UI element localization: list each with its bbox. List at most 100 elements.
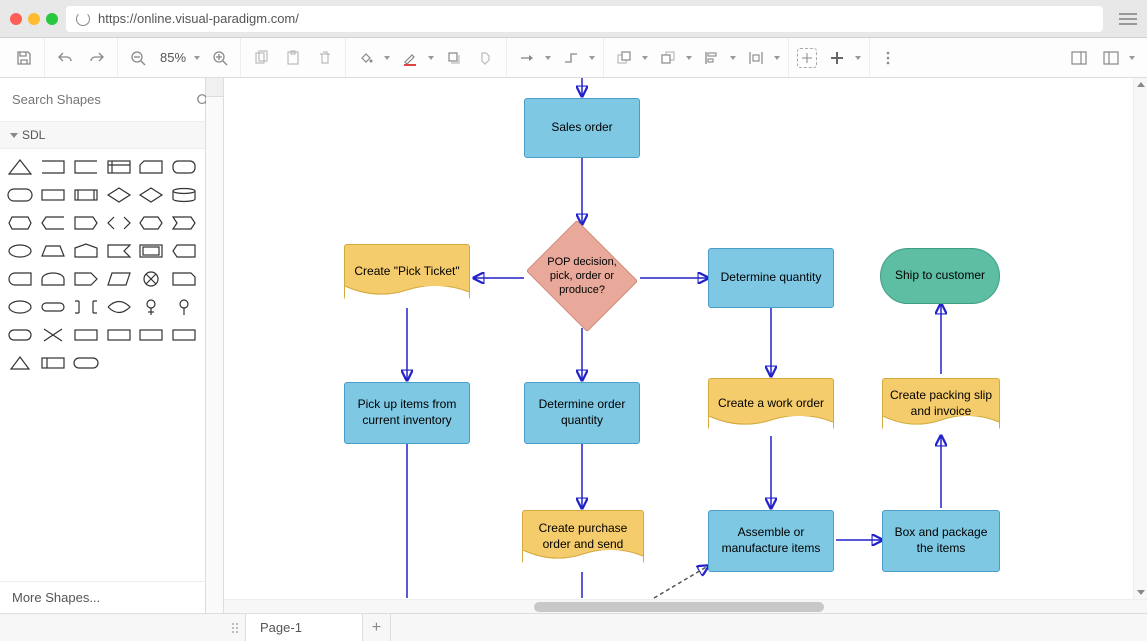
shape-parallelogram[interactable]	[105, 269, 133, 289]
shape-rect-open-left[interactable]	[72, 157, 100, 177]
shape-rounded-rect[interactable]	[170, 157, 198, 177]
canvas[interactable]: Sales order POP decision, pick, order or…	[224, 78, 1147, 613]
shape-stadium[interactable]	[39, 297, 67, 317]
save-button[interactable]	[12, 46, 36, 70]
shape-rect-open-right[interactable]	[39, 157, 67, 177]
node-packing-slip[interactable]: Create packing slip and invoice	[882, 378, 1000, 430]
insert-button[interactable]	[825, 46, 849, 70]
tab-menu-handle[interactable]	[224, 614, 246, 641]
redo-button[interactable]	[85, 46, 109, 70]
outline-panel-button[interactable]	[1099, 46, 1123, 70]
shape-female[interactable]	[137, 297, 165, 317]
shape-ellipse[interactable]	[6, 241, 34, 261]
align-button[interactable]	[700, 46, 724, 70]
zoom-out-button[interactable]	[126, 46, 150, 70]
node-ship[interactable]: Ship to customer	[880, 248, 1000, 304]
line-color-button[interactable]	[398, 46, 422, 70]
node-determine-qty[interactable]: Determine quantity	[708, 248, 834, 308]
node-assemble[interactable]: Assemble or manufacture items	[708, 510, 834, 572]
window-minimize-button[interactable]	[28, 13, 40, 25]
back-dropdown-icon[interactable]	[686, 56, 692, 60]
shape-angle-brackets[interactable]	[105, 213, 133, 233]
shape-arrow-home[interactable]	[72, 269, 100, 289]
shape-flag-right[interactable]	[105, 241, 133, 261]
window-close-button[interactable]	[10, 13, 22, 25]
vertical-scrollbar[interactable]	[1133, 78, 1147, 599]
panel-dropdown-icon[interactable]	[1129, 56, 1135, 60]
shape-diamond2[interactable]	[137, 185, 165, 205]
format-panel-button[interactable]	[1067, 46, 1091, 70]
connector-style-button[interactable]	[515, 46, 539, 70]
horizontal-scrollbar[interactable]	[224, 599, 1147, 613]
url-bar[interactable]: https://online.visual-paradigm.com/	[66, 6, 1103, 32]
distribute-button[interactable]	[744, 46, 768, 70]
shape-library-header[interactable]: SDL	[0, 122, 205, 149]
shape-bracket-left[interactable]	[39, 213, 67, 233]
to-front-button[interactable]	[612, 46, 636, 70]
shape-rect3[interactable]	[72, 325, 100, 345]
shape-cylinder[interactable]	[170, 185, 198, 205]
shape-lens[interactable]	[105, 297, 133, 317]
node-pop-decision[interactable]: POP decision, pick, order or produce?	[522, 226, 642, 326]
shape-diamond[interactable]	[105, 185, 133, 205]
shape-card[interactable]	[137, 157, 165, 177]
shape-female2[interactable]	[170, 297, 198, 317]
waypoint-button[interactable]	[559, 46, 583, 70]
shape-rect6[interactable]	[170, 325, 198, 345]
reload-icon[interactable]	[76, 12, 90, 26]
shape-rect4[interactable]	[105, 325, 133, 345]
node-sales-order[interactable]: Sales order	[524, 98, 640, 158]
shape-triangle2[interactable]	[6, 353, 34, 373]
node-pick-ticket[interactable]: Create "Pick Ticket"	[344, 244, 470, 300]
undo-button[interactable]	[53, 46, 77, 70]
shape-stadium-open[interactable]	[6, 269, 34, 289]
shape-terminator-open[interactable]	[6, 185, 34, 205]
shape-rect-notch-left[interactable]	[170, 241, 198, 261]
shape-rect5[interactable]	[137, 325, 165, 345]
page-tab[interactable]: Page-1	[246, 614, 363, 641]
line-dropdown-icon[interactable]	[428, 56, 434, 60]
shape-display[interactable]	[6, 213, 34, 233]
shape-hex-pill[interactable]	[72, 353, 100, 373]
shape-trapezoid[interactable]	[39, 241, 67, 261]
browser-menu-button[interactable]	[1119, 13, 1137, 25]
shape-ellipse2[interactable]	[6, 297, 34, 317]
paste-button[interactable]	[281, 46, 305, 70]
shape-box-notch[interactable]	[170, 269, 198, 289]
shape-half-round[interactable]	[39, 269, 67, 289]
copy-button[interactable]	[249, 46, 273, 70]
waypoint-dropdown-icon[interactable]	[589, 56, 595, 60]
shape-tag-notch[interactable]	[170, 213, 198, 233]
shape-brackets[interactable]	[72, 297, 100, 317]
search-input[interactable]	[8, 86, 192, 113]
node-box-package[interactable]: Box and package the items	[882, 510, 1000, 572]
node-work-order[interactable]: Create a work order	[708, 378, 834, 430]
node-det-order-qty[interactable]: Determine order quantity	[524, 382, 640, 444]
shape-rect[interactable]	[39, 185, 67, 205]
zoom-dropdown-icon[interactable]	[194, 56, 200, 60]
shape-triangle[interactable]	[6, 157, 34, 177]
align-dropdown-icon[interactable]	[730, 56, 736, 60]
to-back-button[interactable]	[656, 46, 680, 70]
select-tool-button[interactable]	[797, 48, 817, 68]
node-purchase-order[interactable]: Create purchase order and send	[522, 510, 644, 564]
shadow-button[interactable]	[442, 46, 466, 70]
distribute-dropdown-icon[interactable]	[774, 56, 780, 60]
shape-double-box[interactable]	[137, 241, 165, 261]
shape-tag-right[interactable]	[72, 213, 100, 233]
add-page-button[interactable]: +	[363, 614, 391, 641]
front-dropdown-icon[interactable]	[642, 56, 648, 60]
zoom-value[interactable]: 85%	[158, 50, 188, 65]
shape-predefined[interactable]	[72, 185, 100, 205]
connector-dropdown-icon[interactable]	[545, 56, 551, 60]
format-painter-button[interactable]	[474, 46, 498, 70]
window-maximize-button[interactable]	[46, 13, 58, 25]
shape-x[interactable]	[39, 325, 67, 345]
shape-capsule[interactable]	[6, 325, 34, 345]
node-pickup-items[interactable]: Pick up items from current inventory	[344, 382, 470, 444]
more-shapes-button[interactable]: More Shapes...	[0, 581, 205, 613]
shape-pentagon-house[interactable]	[72, 241, 100, 261]
fill-color-button[interactable]	[354, 46, 378, 70]
overflow-menu-button[interactable]	[876, 46, 900, 70]
shape-hexagon[interactable]	[137, 213, 165, 233]
